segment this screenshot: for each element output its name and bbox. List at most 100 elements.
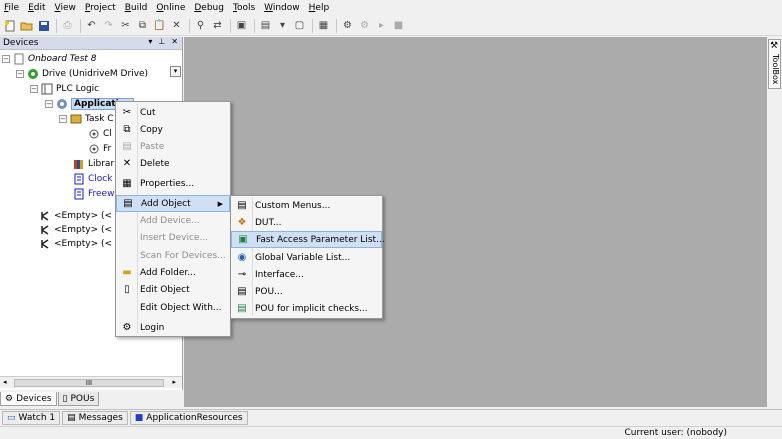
project-icon xyxy=(14,53,24,65)
redo-icon[interactable]: ↷ xyxy=(101,18,116,33)
menu-item-label: Delete xyxy=(140,158,170,169)
submenu-item-pou[interactable]: ▤ POU... xyxy=(231,283,382,300)
close-icon[interactable]: ✕ xyxy=(171,37,178,46)
menu-item-edit-object[interactable]: ▯ Edit Object xyxy=(116,281,230,298)
menu-project[interactable]: Project xyxy=(85,3,116,13)
tab-application-resources[interactable]: ■ ApplicationResources xyxy=(129,411,248,425)
window-icon[interactable]: ▣ xyxy=(234,18,249,33)
toolbar-separator xyxy=(230,18,231,33)
menu-item-add-folder[interactable]: ▬ Add Folder... xyxy=(116,264,230,281)
tab-pous[interactable]: ▯ POUs xyxy=(57,392,100,406)
tree-item-clock-task[interactable]: Cl xyxy=(88,127,112,141)
tree-item-task-config[interactable]: − Task C xyxy=(59,112,114,126)
find-icon[interactable]: ⚲ xyxy=(193,18,208,33)
pous-tab-icon: ▯ xyxy=(62,393,68,404)
tree-item-plc-logic[interactable]: − PLC Logic xyxy=(30,82,99,96)
copy-icon[interactable]: ⧉ xyxy=(135,18,150,33)
collapse-icon[interactable]: − xyxy=(59,115,67,123)
pou-check-icon: ▤ xyxy=(237,303,247,314)
menu-view[interactable]: View xyxy=(55,3,76,13)
menu-item-label: Properties... xyxy=(140,178,195,189)
tree-item-freewheel[interactable]: Freewh xyxy=(73,187,120,201)
chevron-down-icon[interactable]: ▾ xyxy=(170,66,181,77)
undo-icon[interactable]: ↶ xyxy=(84,18,99,33)
menu-item-insert-device[interactable]: Insert Device... xyxy=(116,229,230,246)
menu-item-label: Add Object xyxy=(141,198,191,209)
menu-help[interactable]: Help xyxy=(309,3,330,13)
toolbox-label: ToolBox xyxy=(771,54,780,85)
horizontal-scrollbar[interactable]: ◂ III ▸ xyxy=(0,376,182,388)
menu-item-login[interactable]: ⚙ Login xyxy=(116,319,230,336)
print-icon[interactable]: ⎙ xyxy=(60,18,75,33)
tree-item-clock[interactable]: Clock xyxy=(73,172,112,186)
collapse-icon[interactable]: − xyxy=(16,70,24,78)
delete-icon[interactable]: ✕ xyxy=(169,18,184,33)
open-folder-icon[interactable] xyxy=(19,18,34,33)
tree-item-empty-slot[interactable]: <Empty> (< xyxy=(39,237,112,251)
submenu-item-fast-access-parameter-list[interactable]: ▣ Fast Access Parameter List... xyxy=(231,231,385,248)
menu-tools[interactable]: Tools xyxy=(233,3,255,13)
menu-edit[interactable]: Edit xyxy=(28,3,45,13)
pin-icon[interactable]: ⊥ xyxy=(158,37,165,46)
paste-icon[interactable]: 📋 xyxy=(152,18,167,33)
tab-watch-1[interactable]: ▭ Watch 1 xyxy=(2,411,61,425)
scrollbar-thumb[interactable]: III xyxy=(14,379,164,387)
menu-item-label: Custom Menus... xyxy=(255,200,331,211)
menu-item-scan-devices[interactable]: Scan For Devices... xyxy=(116,247,230,264)
menu-item-add-object[interactable]: ▤ Add Object ▶ xyxy=(116,195,230,212)
cut-icon[interactable]: ✂ xyxy=(118,18,133,33)
login-icon[interactable]: ⚙ xyxy=(340,18,355,33)
run-icon[interactable]: ▸ xyxy=(374,18,389,33)
build-icon[interactable]: ▦ xyxy=(316,18,331,33)
watch-icon: ▭ xyxy=(7,413,16,423)
toolbar-separator xyxy=(336,18,337,33)
library-icon xyxy=(74,160,83,169)
toolbox-tab[interactable]: ⚒ ToolBox xyxy=(768,39,781,89)
new-file-icon[interactable] xyxy=(2,18,17,33)
panel-dropdown-icon[interactable]: ▾ xyxy=(148,37,152,46)
menu-item-edit-object-with[interactable]: Edit Object With... xyxy=(116,299,230,316)
replace-icon[interactable]: ⇄ xyxy=(210,18,225,33)
menu-window[interactable]: Window xyxy=(264,3,300,13)
menu-item-paste[interactable]: ▤ Paste xyxy=(116,138,230,155)
tab-messages[interactable]: ▤ Messages xyxy=(62,411,128,425)
menu-item-properties[interactable]: ▦ Properties... xyxy=(116,175,230,192)
tab-devices[interactable]: ⚙ Devices xyxy=(0,392,57,406)
submenu-item-custom-menus[interactable]: ▤ Custom Menus... xyxy=(231,197,382,214)
menu-item-label: Scan For Devices... xyxy=(140,250,226,261)
collapse-icon[interactable]: − xyxy=(45,100,53,108)
menu-debug[interactable]: Debug xyxy=(194,3,224,13)
submenu-item-interface[interactable]: ⊸ Interface... xyxy=(231,266,382,283)
add-object-icon[interactable]: ▤ xyxy=(258,18,273,33)
submenu-item-global-variable-list[interactable]: ◉ Global Variable List... xyxy=(231,249,382,266)
tree-item-freewheel-task[interactable]: Fr xyxy=(88,142,111,156)
menu-item-cut[interactable]: ✂ Cut xyxy=(116,104,230,121)
tree-item-empty-slot[interactable]: <Empty> (< xyxy=(39,209,112,223)
menu-item-delete[interactable]: ✕ Delete xyxy=(116,155,230,172)
collapse-icon[interactable]: − xyxy=(30,85,38,93)
tree-item-label: <Empty> (< xyxy=(54,225,113,235)
tree-item-drive[interactable]: − Drive (UnidriveM Drive) xyxy=(16,67,148,81)
new-object-icon[interactable]: ▢ xyxy=(292,18,307,33)
logout-icon[interactable]: ⚙ xyxy=(357,18,372,33)
tree-item-label: Cl xyxy=(103,129,112,139)
menu-file[interactable]: File xyxy=(4,3,19,13)
submenu-item-pou-implicit-checks[interactable]: ▤ POU for implicit checks... xyxy=(231,300,382,317)
toolbar-separator xyxy=(254,18,255,33)
slot-icon xyxy=(41,211,49,221)
save-icon[interactable] xyxy=(36,18,51,33)
submenu-arrow-icon: ▶ xyxy=(217,199,223,208)
menu-item-add-device[interactable]: Add Device... xyxy=(116,212,230,229)
dropdown-arrow-icon[interactable]: ▾ xyxy=(275,18,290,33)
menu-build[interactable]: Build xyxy=(125,3,148,13)
tree-item-empty-slot[interactable]: <Empty> (< xyxy=(39,223,112,237)
submenu-item-dut[interactable]: ❖ DUT... xyxy=(231,214,382,231)
stop-icon[interactable]: ■ xyxy=(391,18,406,33)
chevron-left-icon[interactable]: ◂ xyxy=(3,378,7,386)
collapse-icon[interactable]: − xyxy=(2,55,10,63)
tree-item-project[interactable]: − Onboard Test 8 xyxy=(2,52,97,66)
menu-item-copy[interactable]: ⧉ Copy xyxy=(116,121,230,138)
menu-online[interactable]: Online xyxy=(156,3,185,13)
chevron-right-icon[interactable]: ▸ xyxy=(172,378,176,386)
tree-item-library[interactable]: Librar xyxy=(73,157,114,171)
